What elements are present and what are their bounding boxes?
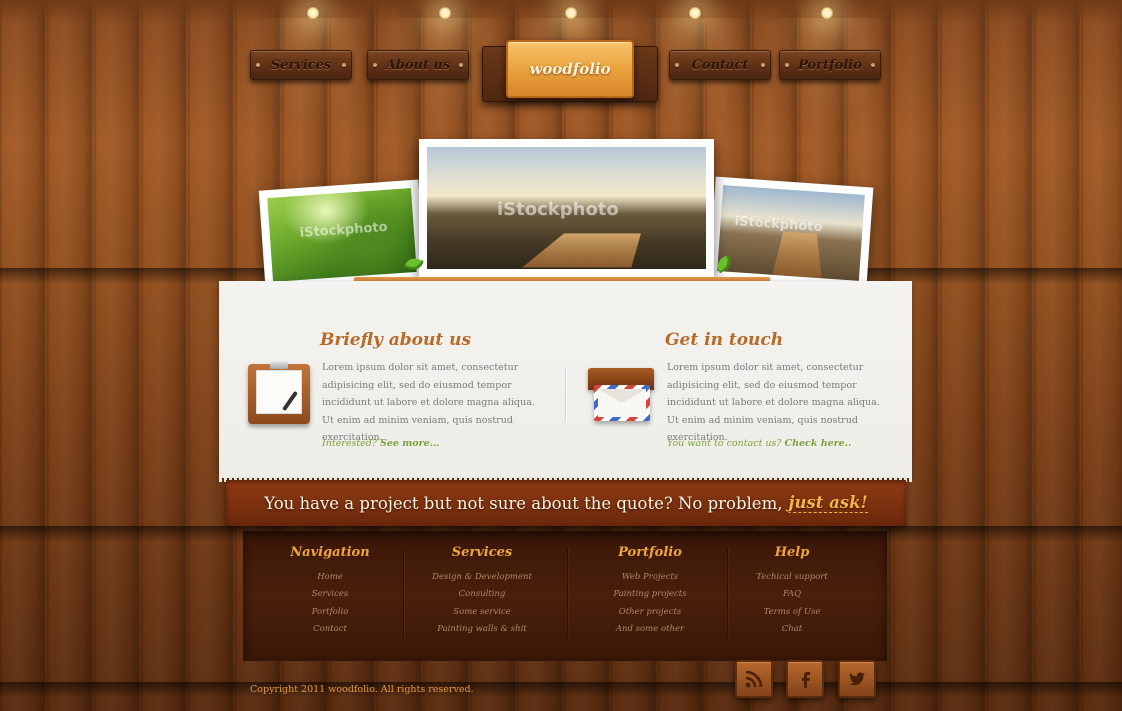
shelf-edge xyxy=(0,682,1122,698)
clipboard-icon xyxy=(248,361,310,424)
footer-link-design[interactable]: Design & Development xyxy=(412,569,552,586)
footer-divider xyxy=(567,548,568,638)
logo[interactable]: woodfolio xyxy=(506,40,634,98)
contact-link-prefix: You want to contact us? xyxy=(667,438,782,449)
footer-link-and-some-other[interactable]: And some other xyxy=(590,621,710,638)
photo-landscape-image: iStockphoto xyxy=(427,147,706,269)
ceiling-light-icon xyxy=(438,6,452,20)
nav-label: Contact xyxy=(691,57,749,73)
footer-link-support[interactable]: Techical support xyxy=(734,569,850,586)
footer-col-portfolio: Portfolio Web Projects Painting projects… xyxy=(590,545,710,638)
facebook-icon xyxy=(802,672,810,688)
footer-link-painting-projects[interactable]: Painting projects xyxy=(590,586,710,603)
quote-banner: You have a project but not sure about th… xyxy=(226,480,906,526)
about-text: Lorem ipsum dolor sit amet, consectetur … xyxy=(322,362,535,443)
footer-link-painting[interactable]: Painting walls & shit xyxy=(412,621,552,638)
photo-right[interactable]: iStockphoto xyxy=(708,176,874,290)
footer-heading: Help xyxy=(774,545,810,560)
footer-link-contact[interactable]: Contact xyxy=(270,621,390,638)
logo-text: woodfolio xyxy=(529,60,611,78)
contact-text: Lorem ipsum dolor sit amet, consectetur … xyxy=(667,362,880,443)
banner-text: You have a project but not sure about th… xyxy=(264,493,783,513)
twitter-icon xyxy=(849,672,865,686)
contact-link: You want to contact us? Check here.. xyxy=(667,438,851,449)
photo-center[interactable]: iStockphoto xyxy=(419,139,714,277)
footer-link-some-service[interactable]: Some service xyxy=(412,604,552,621)
footer-heading: Portfolio xyxy=(618,545,682,560)
footer-col-services: Services Design & Development Consulting… xyxy=(412,545,552,638)
panel-divider xyxy=(565,367,566,422)
footer-divider xyxy=(403,548,404,638)
nav-label: Services xyxy=(270,57,332,73)
watermark: iStockphoto xyxy=(734,214,823,236)
footer-link-faq[interactable]: FAQ xyxy=(734,586,850,603)
footer-link-home[interactable]: Home xyxy=(270,569,390,586)
photo-tree-image: iStockphoto xyxy=(267,188,417,282)
watermark: iStockphoto xyxy=(299,219,389,241)
footer-col-navigation: Navigation Home Services Portfolio Conta… xyxy=(270,545,390,638)
footer-col-help: Help Techical support FAQ Terms of Use C… xyxy=(734,545,850,638)
envelope-icon xyxy=(594,385,650,421)
nav-portfolio[interactable]: Portfolio xyxy=(779,50,881,80)
watermark: iStockphoto xyxy=(497,199,619,220)
check-here-link[interactable]: Check here.. xyxy=(785,438,852,449)
footer-link-consulting[interactable]: Consulting xyxy=(412,586,552,603)
nav-label: Portfolio xyxy=(798,57,862,73)
footer-heading: Navigation xyxy=(290,545,370,560)
footer-link-portfolio[interactable]: Portfolio xyxy=(270,604,390,621)
about-title: Briefly about us xyxy=(320,330,472,350)
photo-left[interactable]: iStockphoto xyxy=(258,179,426,291)
about-link-prefix: Interested? xyxy=(322,438,377,449)
ceiling-light-icon xyxy=(306,6,320,20)
nav-contact[interactable]: Contact xyxy=(669,50,771,80)
just-ask-link[interactable]: just ask! xyxy=(788,493,868,513)
footer-divider xyxy=(727,548,728,638)
footer-link-services[interactable]: Services xyxy=(270,586,390,603)
rss-icon xyxy=(745,670,763,688)
facebook-button[interactable] xyxy=(786,660,824,698)
rss-button[interactable] xyxy=(735,660,773,698)
about-link: Interested? See more... xyxy=(322,438,440,449)
nav-services[interactable]: Services xyxy=(250,50,352,80)
footer-link-chat[interactable]: Chat xyxy=(734,621,850,638)
ceiling-light-icon xyxy=(820,6,834,20)
footer-link-terms[interactable]: Terms of Use xyxy=(734,604,850,621)
footer-link-web-projects[interactable]: Web Projects xyxy=(590,569,710,586)
photo-boardwalk-image: iStockphoto xyxy=(717,185,865,281)
ceiling-light-icon xyxy=(564,6,578,20)
contact-title: Get in touch xyxy=(665,330,784,350)
nav-about-us[interactable]: About us xyxy=(367,50,469,80)
ceiling-light-icon xyxy=(688,6,702,20)
footer-heading: Services xyxy=(451,545,513,560)
footer-link-other-projects[interactable]: Other projects xyxy=(590,604,710,621)
nav-label: About us xyxy=(385,57,451,73)
copyright-text: Copyright 2011 woodfolio. All rights res… xyxy=(250,684,474,695)
twitter-button[interactable] xyxy=(838,660,876,698)
see-more-link[interactable]: See more... xyxy=(380,438,440,449)
